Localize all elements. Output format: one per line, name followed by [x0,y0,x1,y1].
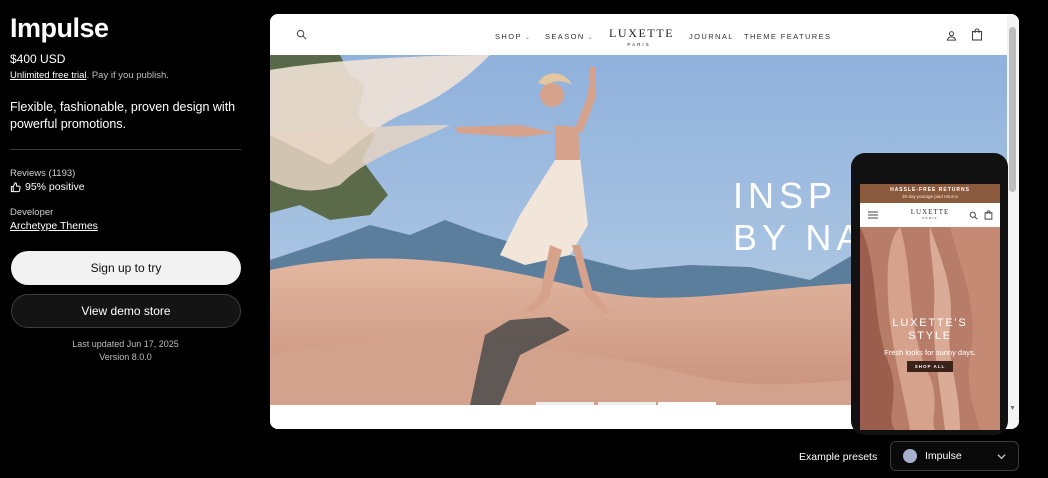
hero-title-line-1: INSP [733,175,838,216]
sign-up-button[interactable]: Sign up to try [11,251,241,285]
rating-text: 95% positive [25,181,85,193]
store-header: SHOP ⌄ SEASON ⌄ LUXETTE PARIS JOURNAL THEM… [270,14,1019,55]
hamburger-menu-icon[interactable] [868,211,878,219]
theme-price: $400 USD [10,52,66,66]
trial-note: . Pay if you publish. [86,70,169,81]
nav-season[interactable]: SEASON ⌄ [545,32,594,41]
logo-name: LUXETTE [609,26,675,40]
chevron-down-icon: ⌄ [524,35,532,41]
preview-scrollbar[interactable]: ▼ [1007,14,1019,429]
mobile-logo-name: LUXETTE [910,208,950,216]
cart-icon[interactable] [971,28,983,41]
rating-summary: 95% positive [10,181,85,193]
mobile-hero-subtitle: Fresh looks for sunny days. [884,348,976,357]
mobile-preview[interactable]: HASSLE-FREE RETURNS 30-day postage paid … [851,153,1008,435]
preset-selected-value: Impulse [925,450,962,462]
slide-indicator-2[interactable] [598,402,656,405]
nav-shop[interactable]: SHOP ⌄ [495,32,531,41]
theme-tagline: Flexible, fashionable, proven design wit… [10,100,236,131]
preset-dropdown[interactable]: Impulse [890,441,1019,471]
reviews-link[interactable]: Reviews (1193) [10,168,75,179]
mobile-hero-title-line-2: STYLE [908,330,952,342]
theme-title: Impulse [10,13,109,43]
slide-indicator-1[interactable] [536,402,594,405]
preset-color-swatch [903,449,917,463]
nav-season-label: SEASON [545,32,585,41]
last-updated: Last updated Jun 17, 2025 [72,339,179,349]
free-trial-link[interactable]: Unlimited free trial [10,70,87,81]
nav-journal[interactable]: JOURNAL [689,32,734,41]
mobile-announcement-bar: HASSLE-FREE RETURNS 30-day postage paid … [860,184,1000,203]
scrollbar-thumb[interactable] [1009,27,1016,192]
search-icon[interactable] [296,29,307,40]
logo-sub: PARIS [627,42,651,47]
cart-icon[interactable] [984,210,993,220]
mobile-logo-sub: PARIS [922,216,938,220]
view-demo-store-button[interactable]: View demo store [11,294,241,328]
trial-info: Unlimited free trial. Pay if you publish… [10,70,169,81]
search-icon[interactable] [969,211,978,220]
shop-all-button[interactable]: SHOP ALL [907,361,953,372]
mobile-hero-title-line-1: LUXETTE'S [892,317,968,329]
nav-shop-label: SHOP [495,32,522,41]
mobile-logo[interactable]: LUXETTE PARIS [908,208,952,220]
mobile-screen: HASSLE-FREE RETURNS 30-day postage paid … [860,184,1000,430]
thumbs-up-icon [10,181,21,192]
store-logo[interactable]: LUXETTE PARIS [609,26,675,47]
nav-theme-features[interactable]: THEME FEATURES [744,32,831,41]
sidebar-divider [10,149,241,150]
scroll-down-arrow-icon[interactable]: ▼ [1009,405,1016,412]
mobile-header: LUXETTE PARIS [860,203,1000,227]
theme-sidebar: Impulse $400 USD Unlimited free trial. P… [0,0,260,478]
mobile-hero[interactable]: LUXETTE'S STYLE Fresh looks for sunny da… [860,227,1000,430]
developer-label: Developer [10,207,54,218]
account-icon[interactable] [946,30,957,41]
mobile-hero-title: LUXETTE'S STYLE [860,317,1000,343]
chevron-down-icon [997,454,1006,460]
slide-indicator-3[interactable] [658,402,716,405]
developer-link[interactable]: Archetype Themes [10,220,98,232]
hero-title: INSP BY NA [733,175,865,259]
hero-title-line-2: BY NA [733,217,866,258]
announcement-subtitle: 30-day postage paid returns [901,194,959,199]
chevron-down-icon: ⌄ [587,35,595,41]
theme-version: Version 8.0.0 [99,352,152,362]
announcement-title: HASSLE-FREE RETURNS [890,187,970,193]
example-presets-label: Example presets [799,451,878,463]
